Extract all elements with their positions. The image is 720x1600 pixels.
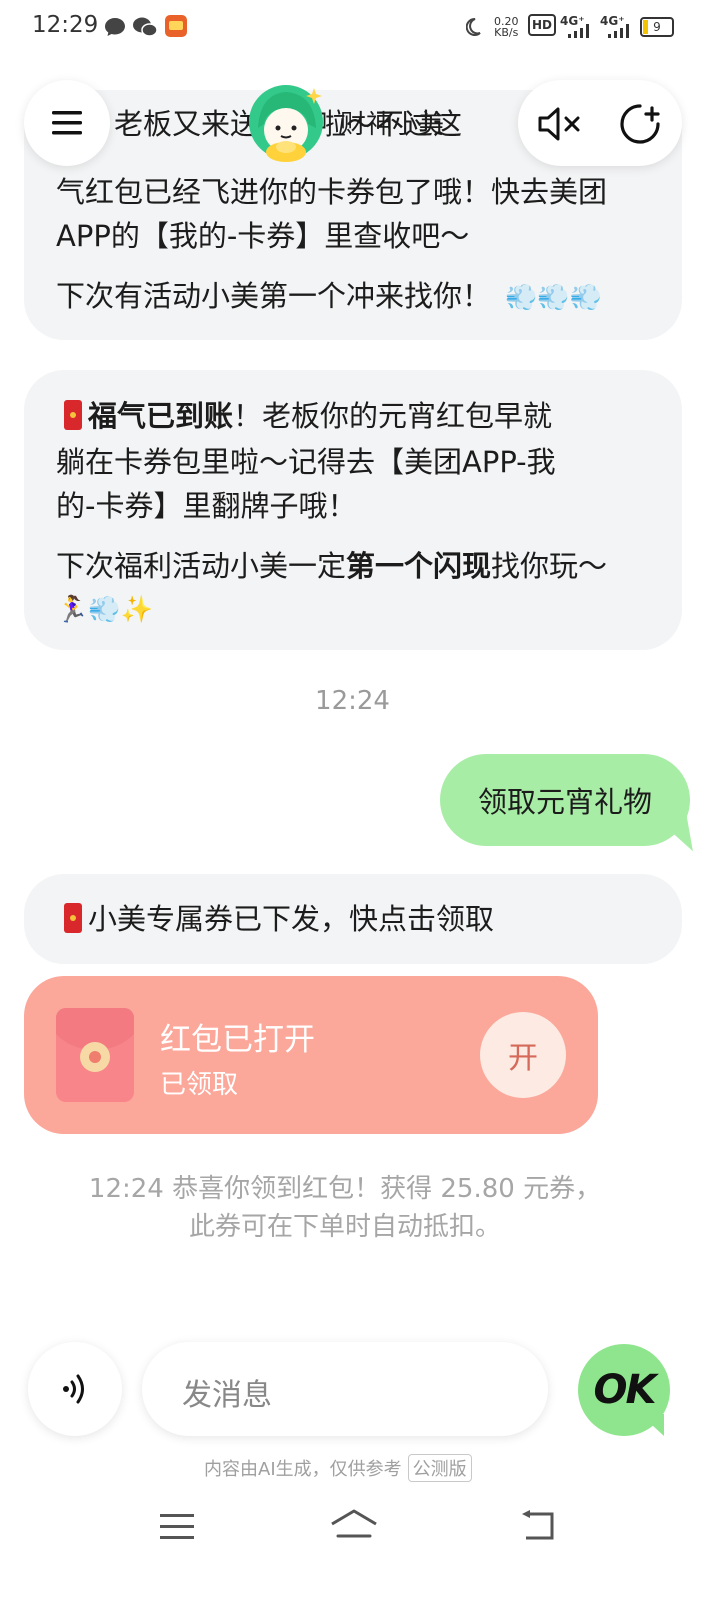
red-packet-title: 红包已打开 — [160, 1022, 315, 1058]
message-text: APP的【我的-卡券】里查收吧～ — [56, 219, 470, 253]
message-text: 小美专属券已下发，快点击领取 — [64, 893, 494, 945]
emoji: 🏃‍♀️💨✨ — [56, 595, 154, 625]
red-packet-status: 已领取 — [160, 1070, 239, 1100]
system-nav-bar — [0, 1490, 720, 1600]
hd-icon: HD — [528, 14, 556, 36]
ai-disclaimer: 内容由AI生成，仅供参考 公测版 — [204, 1454, 472, 1482]
app-icon — [165, 15, 187, 37]
red-envelope-icon — [64, 903, 82, 933]
status-bar: 12:29 0.20 KB/s HD 4G⁺ 4G⁺ 9 — [0, 0, 720, 56]
wechat-icon — [133, 17, 158, 37]
system-message: 12:24 恭喜你领到红包！获得 25.80 元券， — [88, 1174, 602, 1204]
mute-icon — [538, 107, 580, 141]
timestamp: 12:24 — [315, 686, 390, 716]
page-title: 财神小美 — [340, 110, 445, 140]
battery-icon: 9 — [640, 17, 674, 37]
new-chat-button[interactable] — [616, 100, 664, 148]
menu-button[interactable] — [24, 80, 110, 166]
status-time: 12:29 — [32, 12, 99, 38]
red-envelope-icon — [56, 1008, 134, 1102]
recent-apps-icon[interactable] — [160, 1512, 194, 1542]
menu-icon — [52, 111, 82, 135]
avatar[interactable] — [248, 84, 328, 164]
net-speed: 0.20 KB/s — [494, 15, 519, 39]
red-envelope-icon — [64, 400, 82, 430]
open-red-packet-button[interactable]: 开 — [480, 1012, 566, 1098]
system-message: 此券可在下单时自动抵扣。 — [188, 1212, 501, 1242]
message-text: 领取元宵礼物 — [477, 785, 652, 819]
header-actions — [518, 80, 682, 166]
message-input-placeholder: 发消息 — [182, 1378, 272, 1413]
beta-badge: 公测版 — [407, 1454, 472, 1482]
signal-icon — [568, 24, 589, 38]
message-text: 下次有活动小美第一个冲来找你！ 💨💨💨 — [56, 279, 603, 313]
message-text: 福气已到账！老板你的元宵红包早就 — [64, 390, 552, 442]
home-icon[interactable] — [330, 1508, 378, 1542]
ok-label: OK — [593, 1367, 657, 1413]
message-input[interactable]: 发消息 — [142, 1342, 548, 1436]
new-chat-icon — [620, 104, 660, 144]
ok-button[interactable]: OK — [578, 1344, 670, 1436]
voice-icon — [63, 1374, 84, 1404]
message-text: 的-卡券】里翻牌子哦！ — [56, 489, 357, 523]
signal-icon — [608, 24, 629, 38]
red-packet-card[interactable]: 红包已打开 已领取 开 — [24, 976, 598, 1134]
back-icon[interactable] — [520, 1510, 556, 1542]
message-icon — [105, 18, 125, 36]
emoji: 💨💨💨 — [505, 283, 603, 313]
voice-button[interactable] — [28, 1342, 122, 1436]
user-message-bubble: 领取元宵礼物 — [440, 754, 690, 846]
moon-icon — [466, 17, 481, 36]
mute-button[interactable] — [536, 100, 584, 148]
